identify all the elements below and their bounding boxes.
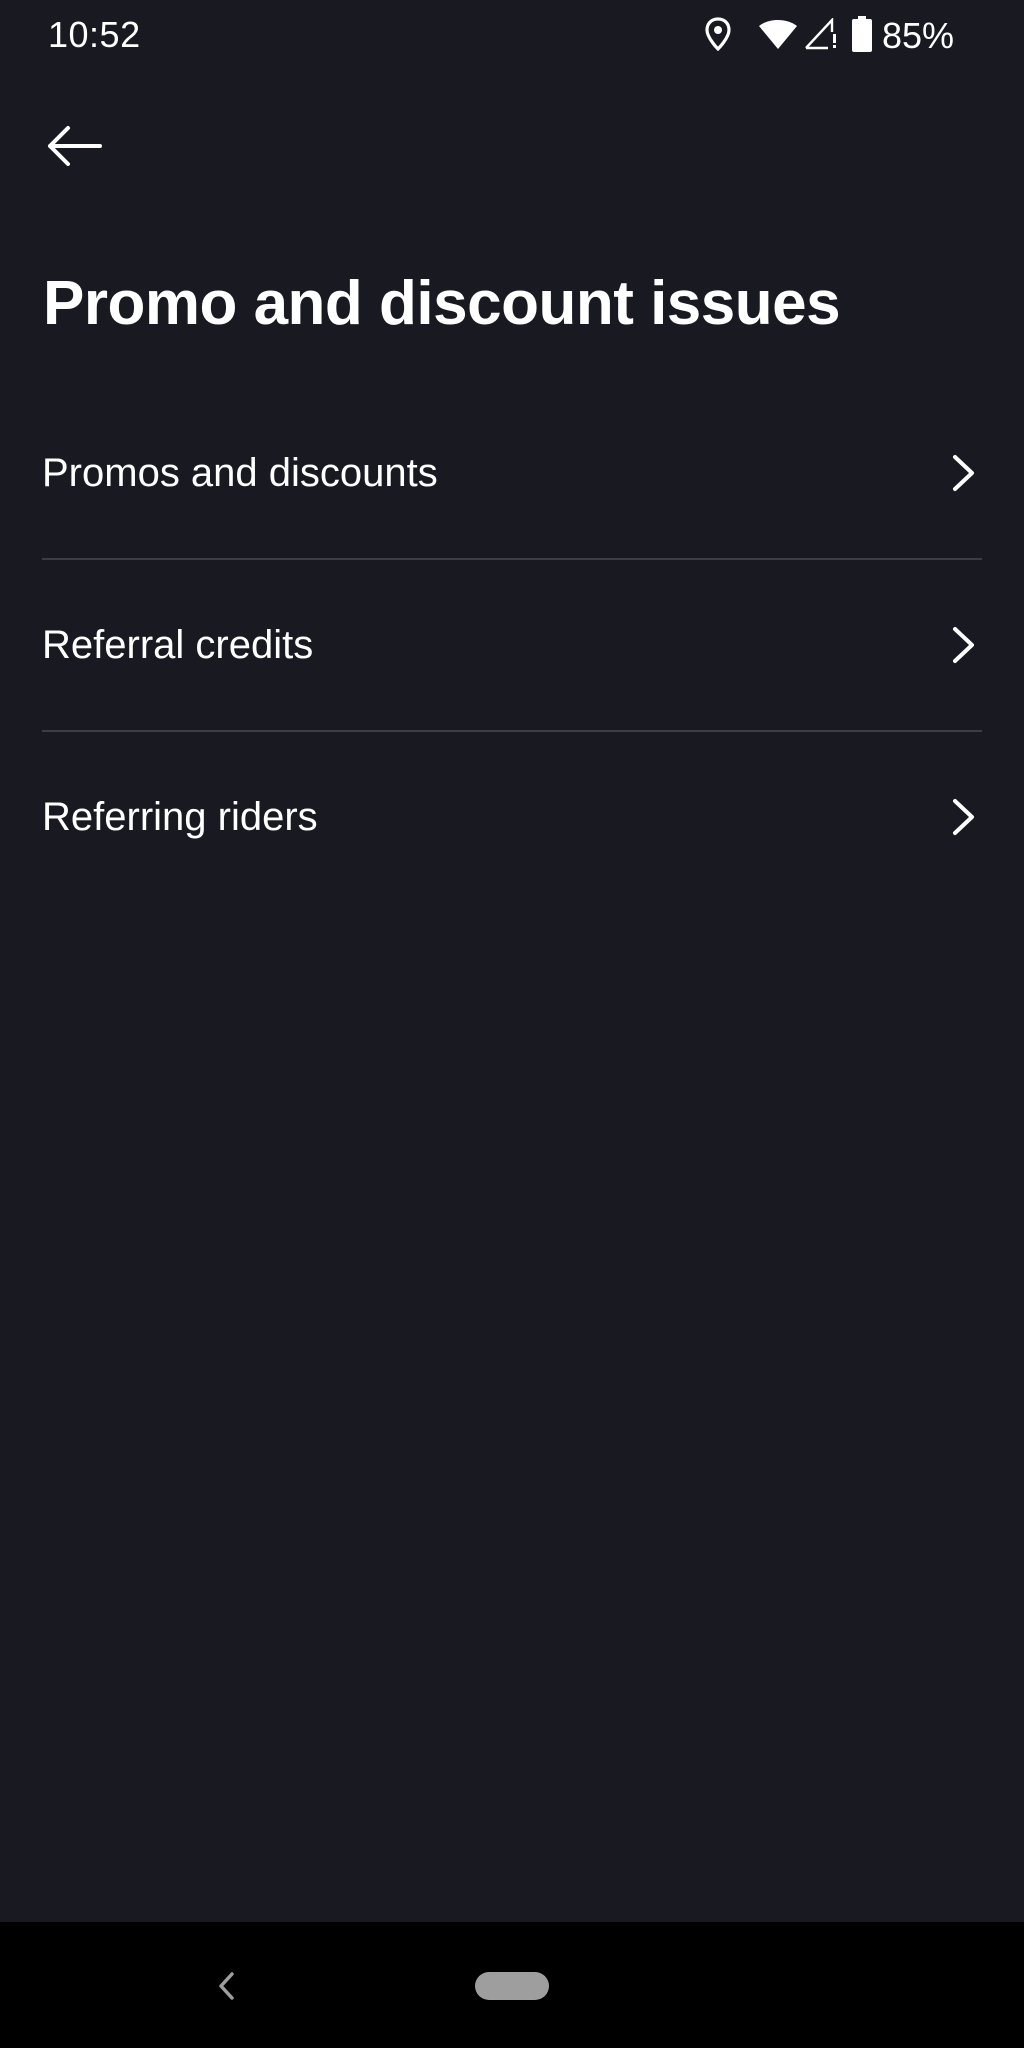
nav-home-pill[interactable] (475, 1972, 549, 2000)
menu-item-label: Promos and discounts (42, 450, 438, 495)
location-icon (704, 16, 732, 56)
menu-item-label: Referral credits (42, 622, 314, 667)
menu-list: Promos and discounts Referral credits Re… (42, 388, 982, 902)
status-time: 10:52 (48, 14, 141, 55)
menu-item-referral-credits[interactable]: Referral credits (42, 558, 982, 730)
menu-item-label: Referring riders (42, 794, 318, 839)
nav-back-button[interactable] (212, 1966, 240, 2006)
nav-back-icon (219, 1972, 234, 2000)
arrow-left-icon (48, 126, 102, 166)
menu-item-promos-and-discounts[interactable]: Promos and discounts (42, 388, 982, 558)
wifi-icon (758, 18, 798, 55)
battery-icon (851, 15, 872, 57)
status-icons: 85% (690, 12, 954, 60)
page-title: Promo and discount issues (43, 269, 841, 338)
chevron-right-icon (953, 455, 974, 491)
cell-signal-icon (804, 16, 838, 55)
menu-item-referring-riders[interactable]: Referring riders (42, 730, 982, 902)
chevron-right-icon (953, 627, 974, 663)
app-screen: 10:52 85% Promo and discount issues Prom… (0, 0, 1024, 2048)
back-button[interactable] (40, 118, 112, 174)
status-bar: 10:52 85% (0, 0, 1024, 72)
battery-percent: 85% (881, 15, 954, 56)
system-nav-bar (0, 1922, 1024, 2048)
chevron-right-icon (953, 799, 974, 835)
